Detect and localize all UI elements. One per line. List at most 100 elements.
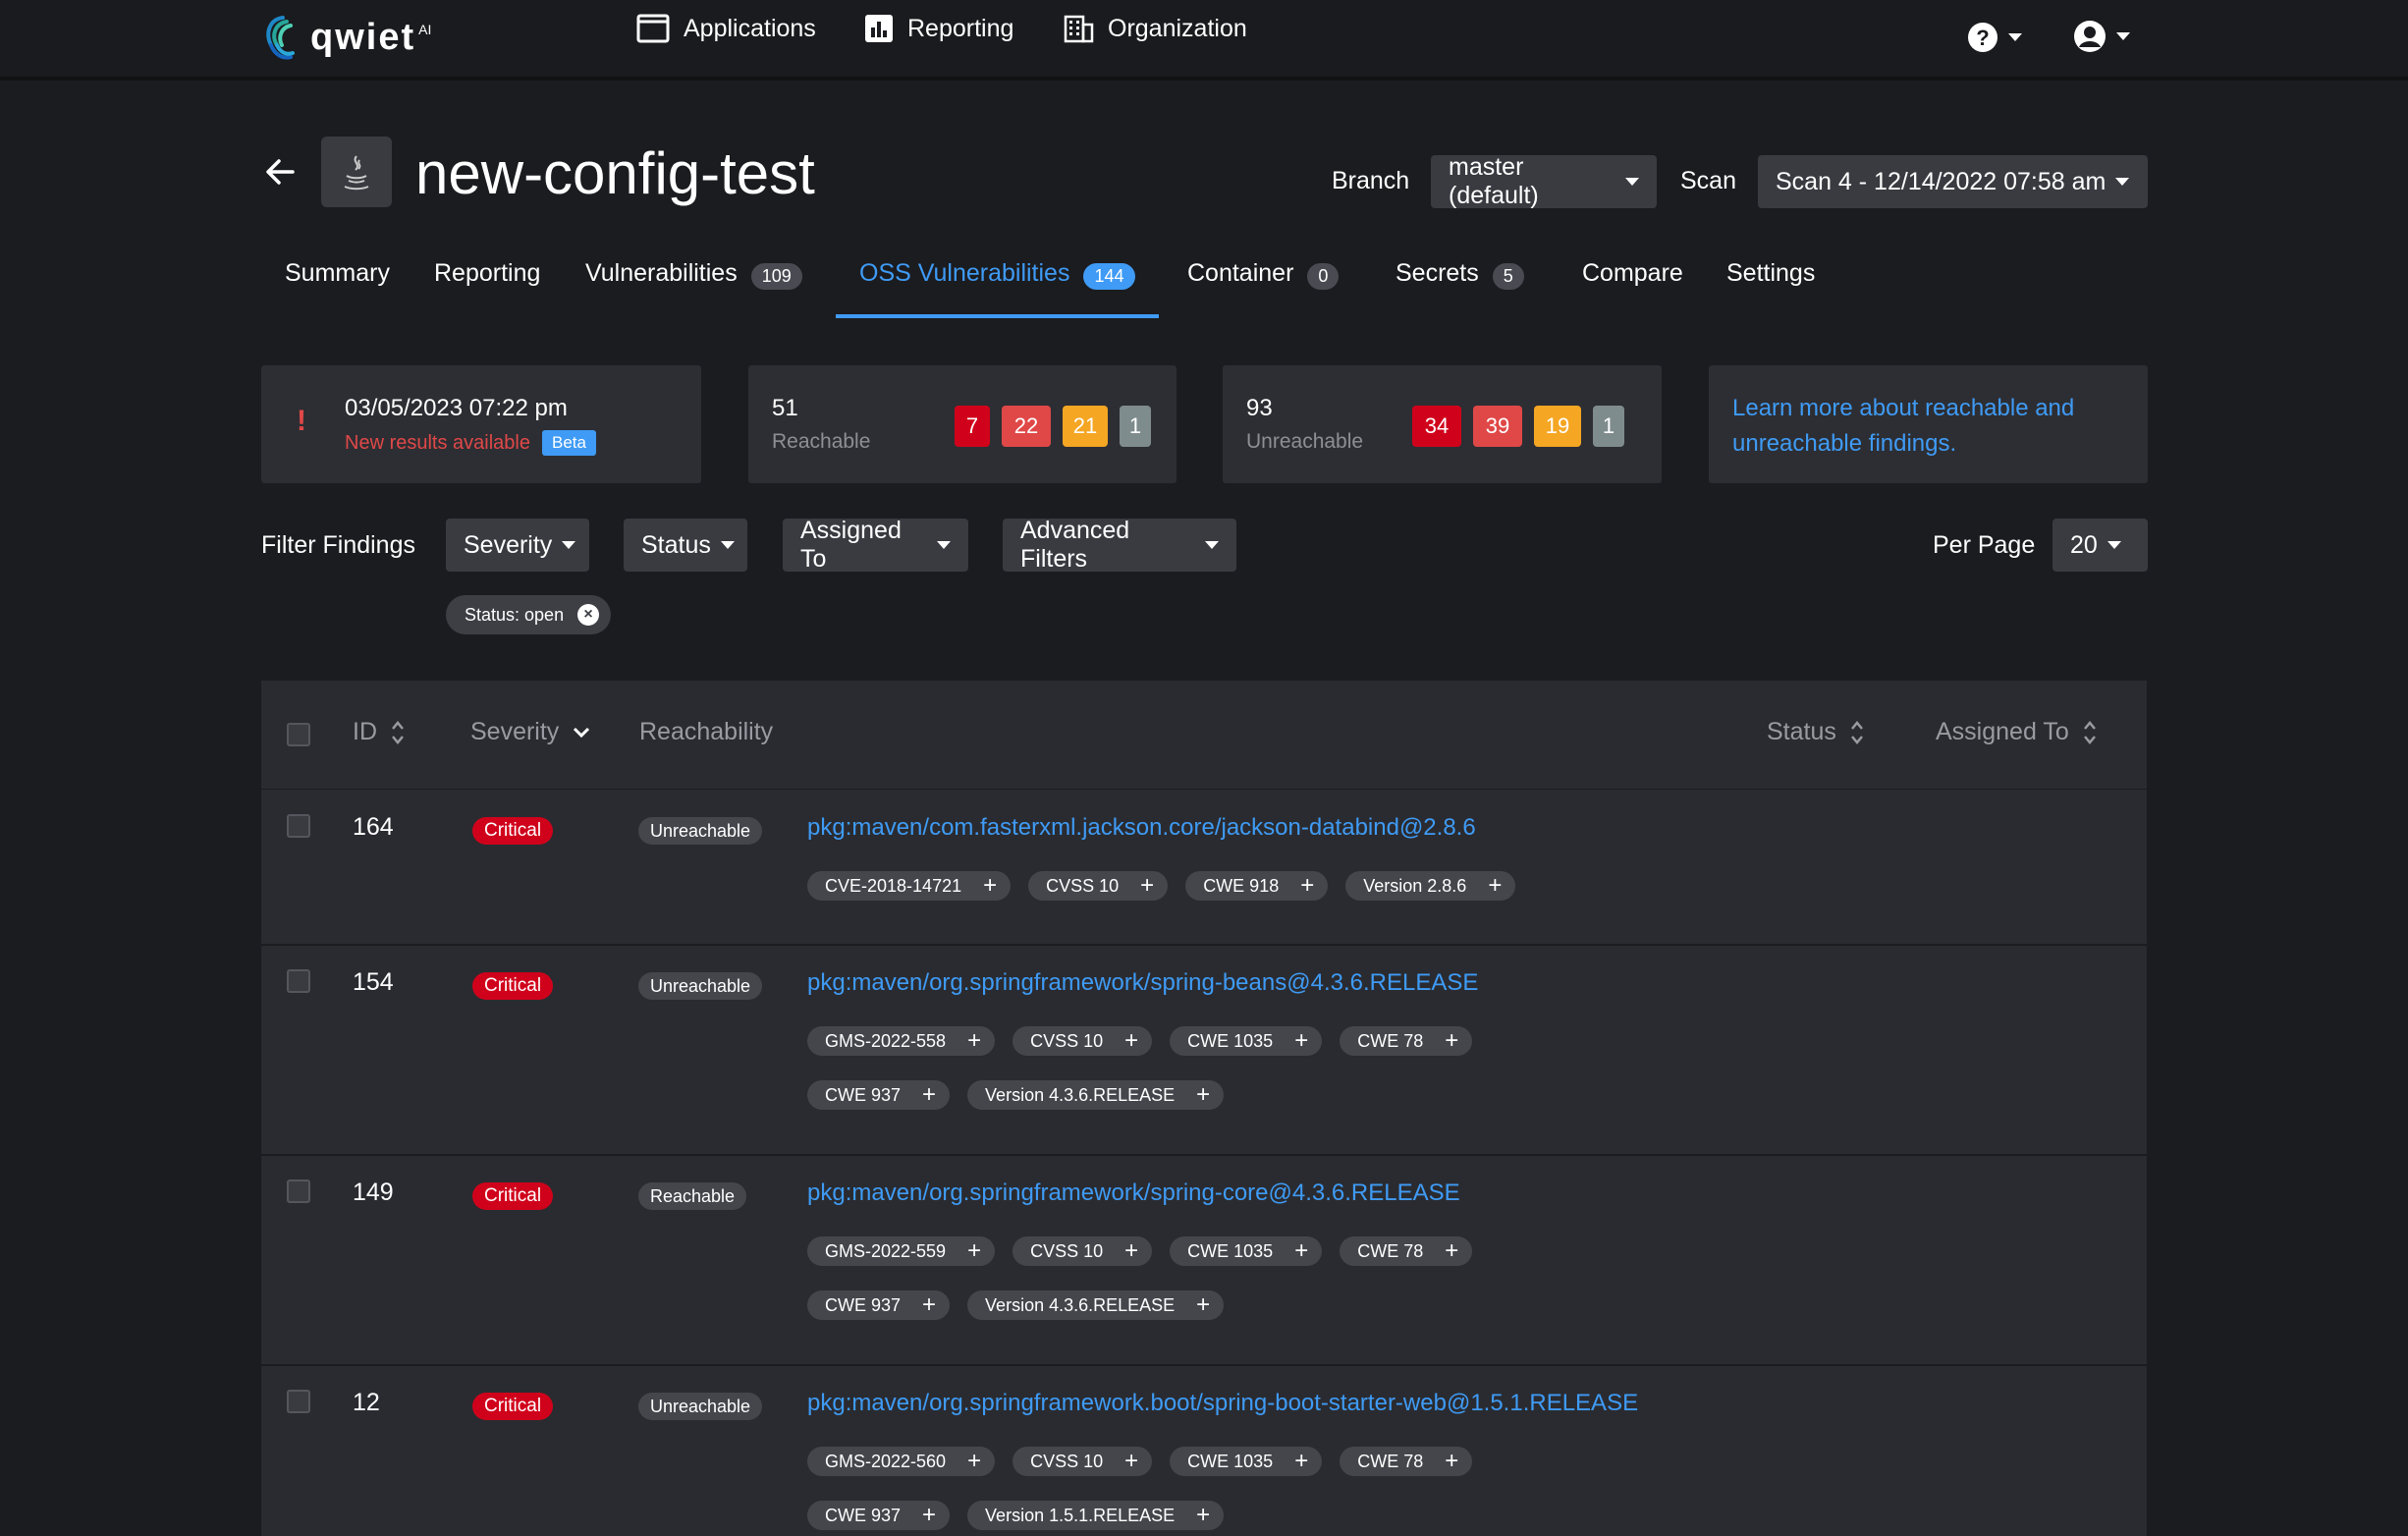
filter-findings-label: Filter Findings — [261, 531, 415, 559]
plus-icon[interactable]: + — [922, 1083, 936, 1107]
finding-id: 164 — [353, 813, 394, 841]
package-link[interactable]: pkg:maven/com.fasterxml.jackson.core/jac… — [807, 814, 1476, 842]
tab-oss-vulnerabilities[interactable]: OSS Vulnerabilities 144 — [836, 244, 1159, 318]
branch-select[interactable]: master (default) — [1431, 153, 1657, 209]
per-page-select[interactable]: 20 — [2052, 519, 2148, 572]
table-row[interactable]: 12 Critical Unreachable pkg:maven/org.sp… — [261, 1364, 2147, 1536]
plus-icon[interactable]: + — [1445, 1029, 1458, 1053]
learn-more-link[interactable]: Learn more about reachable and unreachab… — [1732, 391, 2125, 462]
table-row[interactable]: 154 Critical Unreachable pkg:maven/org.s… — [261, 944, 2147, 1156]
tag-chip[interactable]: CWE 937 + — [807, 1290, 951, 1320]
plus-icon[interactable]: + — [1124, 1239, 1138, 1263]
plus-icon[interactable]: + — [967, 1450, 981, 1473]
tab-settings[interactable]: Settings — [1726, 244, 1815, 318]
tag-chip[interactable]: CWE 78 + — [1340, 1236, 1473, 1266]
plus-icon[interactable]: + — [922, 1293, 936, 1317]
assigned-to-column-header[interactable]: Assigned To — [1936, 718, 2097, 746]
tag-chip[interactable]: CWE 1035 + — [1170, 1026, 1323, 1056]
tag-label: Version 4.3.6.RELEASE — [985, 1294, 1176, 1315]
tag-chip[interactable]: Version 1.5.1.RELEASE + — [967, 1501, 1225, 1530]
severity-filter[interactable]: Severity — [446, 519, 589, 572]
page-title: new-config-test — [415, 140, 815, 206]
table-row[interactable]: 164 Critical Unreachable pkg:maven/com.f… — [261, 789, 2147, 946]
plus-icon[interactable]: + — [1140, 874, 1154, 898]
tag-chip[interactable]: Version 4.3.6.RELEASE + — [967, 1080, 1225, 1110]
plus-icon[interactable]: + — [1294, 1239, 1308, 1263]
tag-chip[interactable]: CWE 78 + — [1340, 1026, 1473, 1056]
tag-chip[interactable]: CWE 78 + — [1340, 1447, 1473, 1476]
tag-chip[interactable]: Version 4.3.6.RELEASE + — [967, 1290, 1225, 1320]
plus-icon[interactable]: + — [922, 1504, 936, 1527]
tag-chip[interactable]: GMS-2022-559 + — [807, 1236, 996, 1266]
plus-icon[interactable]: + — [1124, 1450, 1138, 1473]
tag-chip[interactable]: GMS-2022-560 + — [807, 1447, 996, 1476]
scan-select[interactable]: Scan 4 - 12/14/2022 07:58 am — [1758, 155, 2148, 208]
new-results-text[interactable]: New results available — [345, 432, 530, 455]
row-checkbox[interactable] — [287, 1390, 310, 1413]
status-column-header[interactable]: Status — [1767, 718, 1864, 746]
tab-compare[interactable]: Compare — [1582, 244, 1683, 318]
nav-organization[interactable]: Organization — [1063, 14, 1247, 43]
row-checkbox[interactable] — [287, 814, 310, 838]
qwiet-logo[interactable]: qwiet AI — [261, 10, 431, 65]
nav-reporting-label: Reporting — [907, 14, 1014, 42]
plus-icon[interactable]: + — [967, 1239, 981, 1263]
reachability-badge: Unreachable — [638, 817, 763, 845]
tag-chip[interactable]: CWE 918 + — [1185, 871, 1329, 901]
nav-applications[interactable]: Applications — [636, 14, 816, 43]
row-checkbox[interactable] — [287, 969, 310, 993]
reachable-card[interactable]: 51 Reachable 7 22 21 1 — [748, 365, 1177, 483]
per-page-value: 20 — [2070, 530, 2098, 559]
help-menu[interactable]: ? — [1967, 22, 2022, 53]
tab-secrets[interactable]: Secrets 5 — [1396, 244, 1524, 318]
plus-icon[interactable]: + — [1300, 874, 1314, 898]
tag-chip[interactable]: CVSS 10 + — [1012, 1447, 1153, 1476]
plus-icon[interactable]: + — [1445, 1450, 1458, 1473]
table-row[interactable]: 149 Critical Reachable pkg:maven/org.spr… — [261, 1154, 2147, 1366]
tag-chip[interactable]: CWE 937 + — [807, 1080, 951, 1110]
unreachable-card[interactable]: 93 Unreachable 34 39 19 1 — [1223, 365, 1662, 483]
tag-chip[interactable]: CWE 937 + — [807, 1501, 951, 1530]
tag-chip[interactable]: GMS-2022-558 + — [807, 1026, 996, 1056]
advanced-filters[interactable]: Advanced Filters — [1003, 517, 1236, 573]
severity-badge: Critical — [472, 817, 554, 845]
chevron-down-icon — [562, 541, 576, 549]
select-all-checkbox[interactable] — [287, 723, 310, 746]
nav-reporting[interactable]: Reporting — [864, 14, 1013, 43]
plus-icon[interactable]: + — [1196, 1293, 1210, 1317]
tag-chip[interactable]: CVSS 10 + — [1028, 871, 1169, 901]
assigned-to-filter[interactable]: Assigned To — [783, 517, 968, 573]
top-navbar: qwiet AI Applications Reporting Organiza… — [0, 0, 2408, 81]
plus-icon[interactable]: + — [1196, 1504, 1210, 1527]
tab-reporting[interactable]: Reporting — [434, 244, 540, 318]
remove-filter-icon[interactable]: × — [577, 604, 600, 626]
plus-icon[interactable]: + — [1294, 1450, 1308, 1473]
low-count-badge: 1 — [1120, 406, 1151, 447]
plus-icon[interactable]: + — [983, 874, 997, 898]
status-filter[interactable]: Status — [624, 519, 747, 572]
tag-chip[interactable]: CWE 1035 + — [1170, 1236, 1323, 1266]
plus-icon[interactable]: + — [1124, 1029, 1138, 1053]
user-menu[interactable] — [2073, 20, 2130, 53]
plus-icon[interactable]: + — [1294, 1029, 1308, 1053]
severity-column-header[interactable]: Severity — [470, 718, 590, 746]
tab-container[interactable]: Container 0 — [1187, 244, 1340, 318]
back-button[interactable] — [263, 157, 297, 192]
package-link[interactable]: pkg:maven/org.springframework.boot/sprin… — [807, 1390, 1638, 1417]
tab-summary[interactable]: Summary — [285, 244, 390, 318]
tab-vulnerabilities[interactable]: Vulnerabilities 109 — [585, 244, 802, 318]
id-column-header[interactable]: ID — [353, 718, 405, 746]
plus-icon[interactable]: + — [1196, 1083, 1210, 1107]
tag-chip[interactable]: CWE 1035 + — [1170, 1447, 1323, 1476]
tag-chip[interactable]: CVSS 10 + — [1012, 1026, 1153, 1056]
package-link[interactable]: pkg:maven/org.springframework/spring-cor… — [807, 1179, 1460, 1207]
tab-secrets-label: Secrets — [1396, 259, 1479, 287]
plus-icon[interactable]: + — [1445, 1239, 1458, 1263]
package-link[interactable]: pkg:maven/org.springframework/spring-bea… — [807, 969, 1478, 997]
tag-chip[interactable]: Version 2.8.6 + — [1345, 871, 1516, 901]
tag-chip[interactable]: CVSS 10 + — [1012, 1236, 1153, 1266]
plus-icon[interactable]: + — [1488, 874, 1502, 898]
row-checkbox[interactable] — [287, 1179, 310, 1203]
plus-icon[interactable]: + — [967, 1029, 981, 1053]
tag-chip[interactable]: CVE-2018-14721 + — [807, 871, 1012, 901]
